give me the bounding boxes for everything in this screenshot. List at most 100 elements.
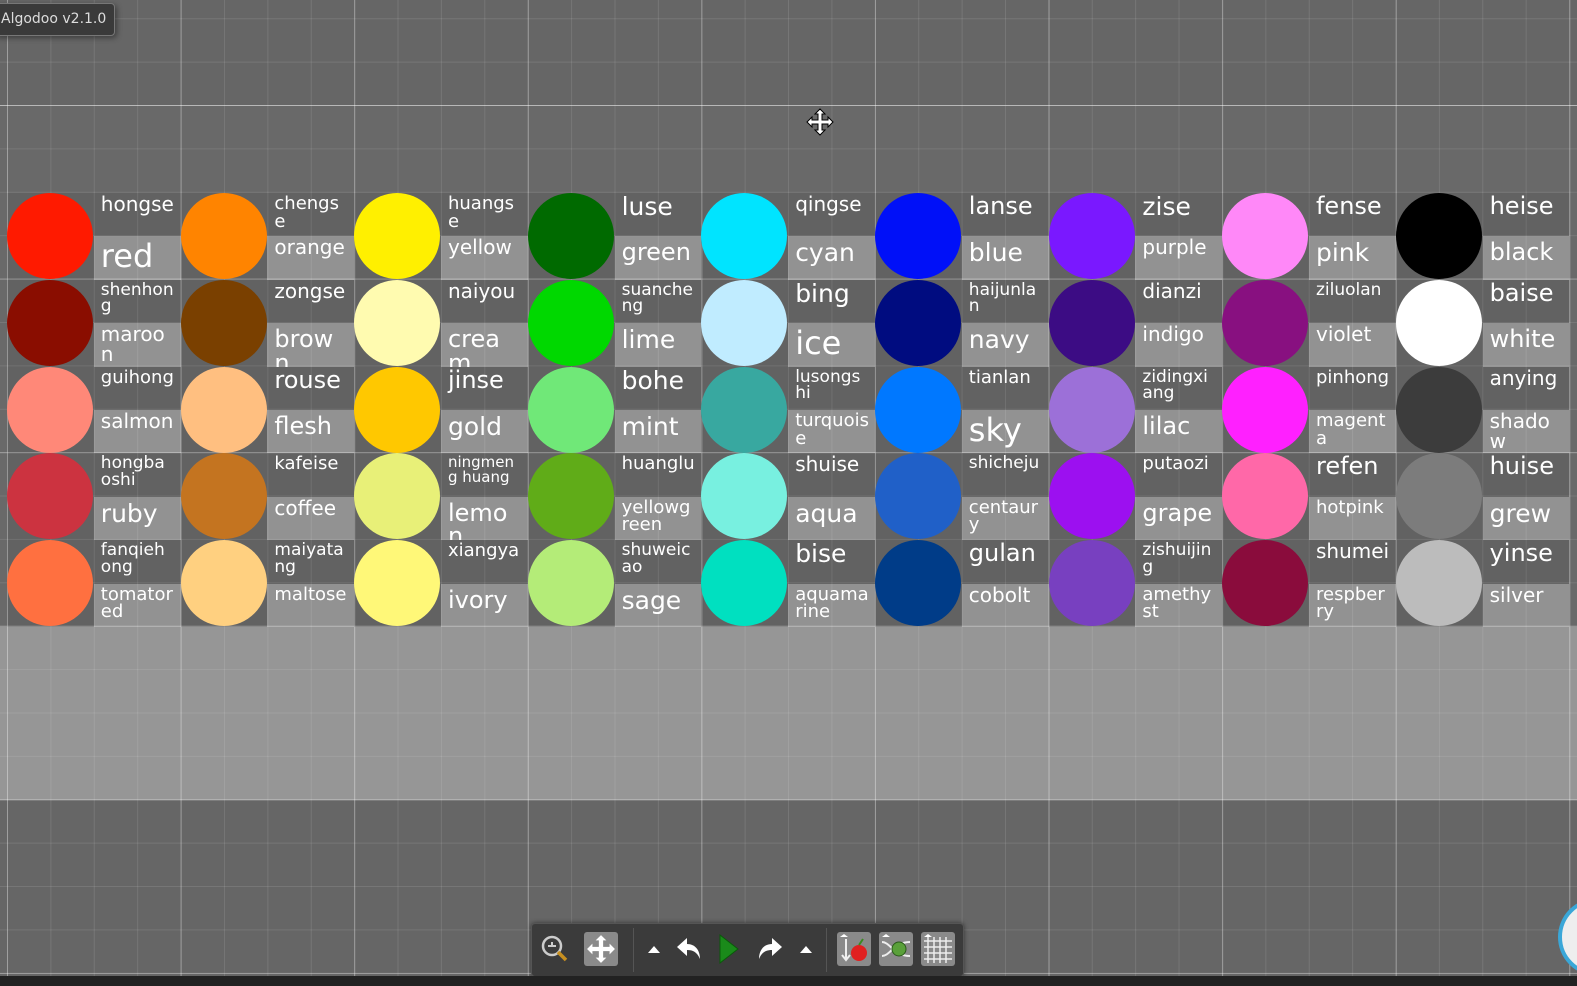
color-circle[interactable] [527,279,614,366]
redo-options-button[interactable] [790,932,822,966]
play-button[interactable] [712,932,746,966]
color-swatch-orange[interactable]: chengse orange [180,193,355,280]
color-swatch-gold[interactable]: jinse gold [354,366,528,454]
color-circle[interactable] [180,279,267,366]
color-swatch-tomatored[interactable]: fanqiehong tomatored [7,540,181,627]
air-friction-toggle[interactable] [879,932,913,966]
color-circle[interactable] [527,540,614,627]
color-swatch-indigo[interactable]: dianzi indigo [1048,279,1223,367]
color-swatch-pink[interactable]: fense pink [1222,193,1396,280]
color-circle[interactable] [1395,540,1482,627]
color-circle[interactable] [1048,453,1135,540]
undo-options-button[interactable] [638,932,670,966]
color-circle[interactable] [1395,453,1482,540]
color-swatch-sage[interactable]: shuweicao sage [527,540,702,627]
undo-button[interactable] [672,932,706,966]
color-circle[interactable] [1395,279,1482,366]
color-swatch-lilac[interactable]: zidingxiang lilac [1048,366,1223,454]
move-tool-button[interactable] [584,932,618,966]
color-circle[interactable] [527,193,614,279]
color-swatch-mint[interactable]: bohe mint [527,366,702,454]
color-swatch-cobolt[interactable]: gulan cobolt [875,540,1049,627]
color-swatch-grape[interactable]: putaozi grape [1048,453,1223,541]
color-swatch-green[interactable]: luse green [527,193,702,280]
color-swatch-silver[interactable]: yinse silver [1395,540,1570,627]
color-swatch-aquamarine[interactable]: bise aquamarine [701,540,875,627]
gravity-toggle[interactable] [837,932,871,966]
color-swatch-yellowgreen[interactable]: huanglu yellowgreen [527,453,702,541]
color-circle[interactable] [354,453,441,540]
color-swatch-red[interactable]: hongse red [7,193,181,280]
color-circle[interactable] [1395,193,1482,279]
color-circle[interactable] [180,366,267,453]
color-swatch-hotpink[interactable]: refen hotpink [1222,453,1396,541]
color-circle[interactable] [701,540,788,627]
color-swatch-coffee[interactable]: kafeise coffee [180,453,355,541]
color-circle[interactable] [7,453,93,540]
color-circle[interactable] [1395,366,1482,453]
color-circle[interactable] [701,279,788,366]
color-swatch-white[interactable]: baise white [1395,279,1570,367]
color-swatch-yellow[interactable]: huangse yellow [354,193,528,280]
color-swatch-cyan[interactable]: qingse cyan [701,193,875,280]
color-swatch-lemon[interactable]: ningmeng huang lemon [354,453,528,541]
color-swatch-brown[interactable]: zongse brown [180,279,355,367]
color-circle[interactable] [701,366,788,453]
color-circle[interactable] [354,366,441,453]
color-swatch-respberry[interactable]: shumei respberry [1222,540,1396,627]
color-circle[interactable] [180,193,267,279]
color-circle[interactable] [1222,540,1309,627]
color-swatch-black[interactable]: heise black [1395,193,1570,280]
color-circle[interactable] [180,540,267,627]
color-circle[interactable] [875,366,961,453]
color-circle[interactable] [7,366,93,453]
color-swatch-maroon[interactable]: shenhong maroon [7,279,181,367]
color-circle[interactable] [527,366,614,453]
color-swatch-centaury[interactable]: shicheju centaury [875,453,1049,541]
color-swatch-sky[interactable]: tianlan sky [875,366,1049,454]
color-swatch-aqua[interactable]: shuise aqua [701,453,875,541]
color-circle[interactable] [1222,279,1309,366]
color-swatch-amethyst[interactable]: zishuijing amethyst [1048,540,1223,627]
color-circle[interactable] [1048,279,1135,366]
grid-toggle[interactable] [921,932,955,966]
color-circle[interactable] [875,453,961,540]
color-circle[interactable] [1048,366,1135,453]
color-swatch-cream[interactable]: naiyou cream [354,279,528,367]
color-swatch-navy[interactable]: haijunlan navy [875,279,1049,367]
color-circle[interactable] [875,279,961,366]
color-circle[interactable] [354,279,441,366]
color-swatch-purple[interactable]: zise purple [1048,193,1223,280]
color-swatch-ice[interactable]: bing ice [701,279,875,367]
color-circle[interactable] [1222,366,1309,453]
color-circle[interactable] [7,279,93,366]
color-circle[interactable] [1048,193,1135,279]
color-swatch-ruby[interactable]: hongbaoshi ruby [7,453,181,541]
color-swatch-ivory[interactable]: xiangya ivory [354,540,528,627]
color-circle[interactable] [1222,193,1309,279]
color-circle[interactable] [875,193,961,279]
color-swatch-turquoise[interactable]: lusongshi turquoise [701,366,875,454]
color-circle[interactable] [7,193,93,279]
zoom-button[interactable] [538,932,572,966]
color-circle[interactable] [7,540,93,627]
color-circle[interactable] [701,193,788,279]
color-circle[interactable] [354,540,441,627]
color-swatch-lime[interactable]: suancheng lime [527,279,702,367]
color-swatch-blue[interactable]: lanse blue [875,193,1049,280]
color-swatch-maltose[interactable]: maiyatang maltose [180,540,355,627]
color-circle[interactable] [180,453,267,540]
english-label: amethyst [1135,583,1223,627]
redo-button[interactable] [753,932,787,966]
color-swatch-salmon[interactable]: guihong salmon [7,366,181,454]
color-swatch-magenta[interactable]: pinhong magenta [1222,366,1396,454]
color-swatch-violet[interactable]: ziluolan violet [1222,279,1396,367]
color-circle[interactable] [1048,540,1135,627]
color-swatch-grew[interactable]: huise grew [1395,453,1570,541]
color-circle[interactable] [527,453,614,540]
color-swatch-shadow[interactable]: anying shadow [1395,366,1570,454]
color-circle[interactable] [354,193,441,279]
color-circle[interactable] [1222,453,1309,540]
color-circle[interactable] [875,540,961,627]
color-swatch-flesh[interactable]: rouse flesh [180,366,355,454]
